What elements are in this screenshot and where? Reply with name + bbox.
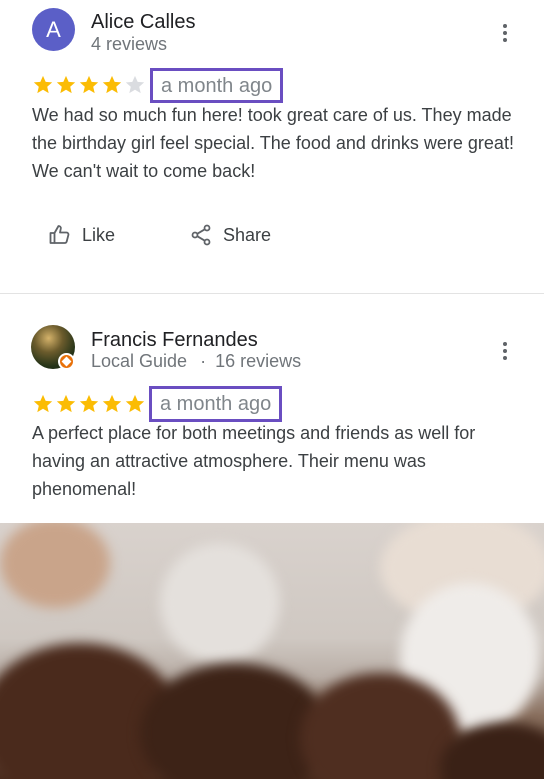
meta-separator: · (200, 351, 207, 371)
star-icon (125, 394, 145, 413)
review-text: A perfect place for both meetings and fr… (32, 423, 476, 499)
star-icon (33, 394, 53, 413)
reviewer-name[interactable]: Alice Calles (91, 11, 195, 34)
star-rating (32, 393, 146, 415)
like-button[interactable]: Like (48, 223, 115, 247)
review-card: Francis Fernandes Local Guide · 16 revie… (0, 294, 544, 523)
thumb-up-icon (49, 225, 70, 244)
more-vert-icon[interactable] (495, 21, 515, 45)
star-icon (102, 394, 122, 413)
star-icon (56, 75, 76, 94)
star-icon (102, 75, 122, 94)
review-count: 4 reviews (91, 34, 168, 54)
reviewer-name[interactable]: Francis Fernandes (91, 329, 258, 352)
star-icon (33, 75, 53, 94)
review-card: A Alice Calles 4 reviews a month ago We … (0, 0, 544, 293)
share-button[interactable]: Share (189, 223, 271, 247)
review-timestamp: a month ago (149, 386, 283, 422)
like-label: Like (82, 224, 116, 245)
local-guide-label: Local Guide (91, 351, 188, 371)
avatar[interactable]: A (32, 8, 75, 51)
review-timestamp: a month ago (150, 68, 284, 103)
review-photo[interactable] (0, 523, 544, 779)
photo-blur-shape (160, 543, 280, 663)
star-rating (32, 74, 146, 96)
more-vert-icon[interactable] (495, 339, 515, 363)
review-text: We had so much fun here! took great care… (32, 105, 514, 181)
photo-blur-shape (0, 523, 110, 608)
share-label: Share (223, 224, 272, 245)
star-icon (56, 394, 76, 413)
reviewer-meta: Local Guide · 16 reviews (91, 351, 301, 372)
local-guide-badge-icon (58, 353, 75, 370)
star-icon (79, 394, 99, 413)
review-count: 16 reviews (215, 351, 302, 371)
star-icon (125, 75, 145, 94)
share-icon (191, 224, 211, 246)
star-icon (79, 75, 99, 94)
